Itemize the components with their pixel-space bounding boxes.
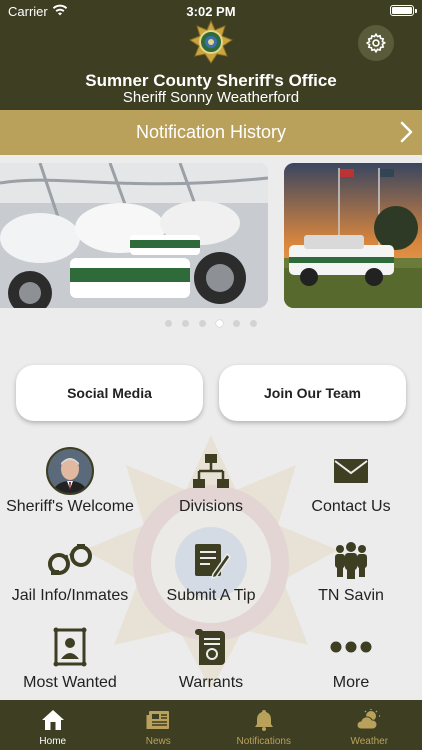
page-dot[interactable]: [165, 320, 172, 327]
tab-weather-label: Weather: [350, 736, 389, 747]
scroll-document-icon: [183, 622, 239, 672]
more-label: More: [332, 674, 370, 691]
sheriffs-welcome-tile[interactable]: Sheriff's Welcome: [0, 446, 140, 526]
tab-weather[interactable]: Weather: [317, 700, 422, 750]
tab-home-label: Home: [39, 736, 67, 747]
jail-info-label: Jail Info/Inmates: [11, 587, 129, 604]
contact-us-label: Contact Us: [311, 498, 391, 515]
people-group-icon: [323, 535, 379, 585]
tn-savin-tile[interactable]: TN Savin: [281, 535, 421, 615]
newspaper-icon: [144, 708, 172, 732]
join-our-team-button[interactable]: Join Our Team: [219, 365, 406, 421]
gear-icon: [365, 32, 387, 54]
divisions-tile[interactable]: Divisions: [141, 446, 281, 526]
chevron-right-icon: [400, 121, 414, 148]
app-header: Carrier 3:02 PM Sumner County Sheriff's …: [0, 0, 422, 110]
divisions-label: Divisions: [178, 498, 243, 515]
notification-history-bar[interactable]: Notification History: [0, 110, 422, 155]
carousel-slide-patrol-car[interactable]: [284, 163, 422, 308]
tab-news[interactable]: News: [106, 700, 212, 750]
image-carousel[interactable]: [0, 163, 422, 308]
tab-bar: Home News Notifications Weather: [0, 700, 422, 750]
more-tile[interactable]: More: [281, 622, 421, 702]
more-dots-icon: [323, 622, 379, 672]
carousel-slide-motorcycles[interactable]: [0, 163, 268, 308]
page-title: Sumner County Sheriff's Office: [85, 71, 337, 90]
tab-notifications-label: Notifications: [236, 736, 291, 747]
weather-sun-cloud-icon: [355, 708, 383, 732]
document-pen-icon: [183, 535, 239, 585]
tab-home[interactable]: Home: [0, 700, 106, 750]
submit-tip-label: Submit A Tip: [166, 587, 256, 604]
most-wanted-label: Most Wanted: [23, 674, 117, 691]
handcuffs-icon: [42, 535, 98, 585]
warrants-tile[interactable]: Warrants: [141, 622, 281, 702]
org-chart-icon: [183, 446, 239, 496]
page-subtitle: Sheriff Sonny Weatherford: [122, 89, 300, 106]
home-icon: [39, 708, 67, 732]
contact-us-tile[interactable]: Contact Us: [281, 446, 421, 526]
social-media-button[interactable]: Social Media: [16, 365, 203, 421]
tn-savin-label: TN Savin: [318, 587, 384, 604]
sheriff-badge-logo: [188, 19, 234, 64]
submit-tip-tile[interactable]: Submit A Tip: [141, 535, 281, 615]
envelope-icon: [323, 446, 379, 496]
tab-news-label: News: [145, 736, 171, 747]
tab-notifications[interactable]: Notifications: [211, 700, 317, 750]
wanted-poster-icon: [42, 622, 98, 672]
jail-info-tile[interactable]: Jail Info/Inmates: [0, 535, 140, 615]
page-dot-active[interactable]: [216, 320, 223, 327]
notification-history-label: Notification History: [135, 122, 287, 142]
status-time: 3:02 PM: [186, 4, 236, 19]
warrants-label: Warrants: [178, 674, 244, 691]
bell-icon: [250, 708, 278, 732]
page-dot[interactable]: [233, 320, 240, 327]
page-dot[interactable]: [199, 320, 206, 327]
battery-icon: [390, 5, 417, 16]
status-bar: Carrier 3:02 PM: [0, 0, 422, 22]
carousel-page-indicator[interactable]: [0, 320, 422, 327]
sheriffs-welcome-label: Sheriff's Welcome: [6, 498, 134, 515]
settings-button[interactable]: [358, 25, 394, 61]
most-wanted-tile[interactable]: Most Wanted: [0, 622, 140, 702]
page-dot[interactable]: [182, 320, 189, 327]
page-dot[interactable]: [250, 320, 257, 327]
sheriff-avatar: [46, 447, 94, 495]
